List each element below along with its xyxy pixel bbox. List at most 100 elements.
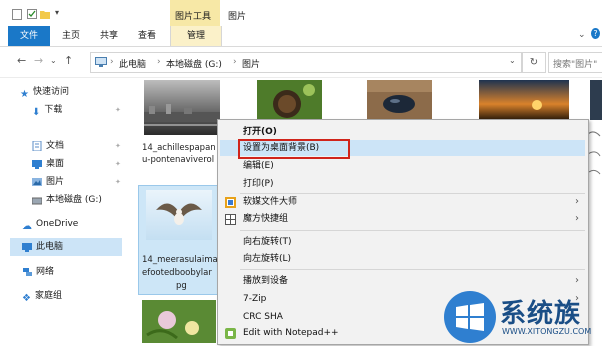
menu-item-rotate-right[interactable]: 向右旋转(T) [243,234,292,250]
back-arrow-icon[interactable]: ← [17,54,26,67]
thumbnail-image[interactable] [479,80,569,120]
desktop-icon [32,159,42,169]
breadcrumb-separator-icon: › [110,57,114,67]
folder-icon[interactable] [40,9,50,19]
cloud-icon: ☁ [22,221,32,232]
properties-icon[interactable] [12,9,22,20]
breadcrumb-drive-g[interactable]: 本地磁盘 (G:) [166,57,222,70]
star-icon: ★ [20,89,29,100]
address-dropdown-icon[interactable]: ⌄ [509,56,516,65]
submenu-arrow-icon: › [575,196,579,207]
sidebar-item-label: 此电脑 [36,242,64,252]
picture-tools-label: 图片工具 [175,12,212,22]
watermark-brand: 系统族 [500,299,582,329]
address-bar[interactable]: › 此电脑 › 本地磁盘 (G:) › 图片 ⌄ [90,52,522,73]
thumbnail-image[interactable] [590,80,602,120]
search-placeholder: 搜索"图片" [553,60,598,70]
tab-home[interactable]: 主页 [58,26,84,46]
watermark: 系统族 WWW.XITONGZU.COM [440,283,602,343]
computer-icon [22,242,32,252]
documents-icon [32,140,42,152]
recent-locations-icon[interactable]: ⌄ [50,56,57,65]
menu-item-set-desktop-background[interactable]: 设置为桌面背景(B) [243,140,319,156]
customize-qat-icon[interactable]: ▾ [55,8,59,17]
file-caption[interactable]: 14_achillespapan [142,143,216,154]
breadcrumb-separator-icon: › [233,57,237,67]
menu-item-print[interactable]: 打印(P) [243,176,273,192]
menu-separator [240,230,585,231]
help-icon[interactable]: ? [591,28,600,39]
tab-file[interactable]: 文件 [8,26,50,46]
thumbnail-image[interactable] [146,190,212,240]
thumbnail-image[interactable] [257,80,322,120]
sidebar-item-label: 本地磁盘 (G:) [46,195,102,205]
tab-share[interactable]: 共享 [96,26,122,46]
watermark-url: WWW.XITONGZU.COM [502,327,592,336]
sidebar-item-drive-g[interactable]: 本地磁盘 (G:) [31,192,102,208]
title-bar [0,0,602,26]
pin-icon: ✦ [115,160,121,168]
sidebar-item-label: 下载 [44,105,63,115]
window-title: 图片 [228,12,247,22]
menu-item-edit-notepad-plus-plus[interactable]: Edit with Notepad++ [243,325,339,341]
sidebar-item-label: OneDrive [36,219,79,229]
sidebar-item-this-pc[interactable]: 此电脑 [22,239,63,255]
ribbon-tab-row [0,26,602,47]
sidebar-item-desktop[interactable]: 桌面 [32,156,64,172]
sidebar-item-downloads[interactable]: ⬇ 下载 [32,102,62,118]
sidebar-item-label: 家庭组 [34,291,62,301]
tab-manage[interactable]: 管理 [170,26,222,46]
sidebar-item-homegroup[interactable]: ❖ 家庭组 [22,288,62,304]
network-icon [22,267,32,276]
download-arrow-icon: ⬇ [32,107,41,118]
menu-item-edit[interactable]: 编辑(E) [243,158,274,174]
menu-item-cast-to-device[interactable]: 播放到设备 [243,273,288,289]
sidebar-item-label: 桌面 [46,159,65,169]
menu-item-cube-shortcut[interactable]: 魔方快捷组 [243,211,288,227]
breadcrumb-pictures[interactable]: 图片 [242,57,260,70]
up-arrow-icon[interactable]: ↑ [64,54,73,67]
drive-icon [31,195,43,205]
sidebar-item-onedrive[interactable]: ☁ OneDrive [22,216,78,232]
forward-arrow-icon[interactable]: → [34,54,43,67]
picture-tools-header: 图片工具 [170,0,220,26]
file-caption[interactable]: 14_meerasulaima [142,255,218,266]
thumbnail-image[interactable] [144,80,220,135]
navigation-pane [0,78,128,343]
file-caption[interactable]: pg [176,281,187,292]
menu-item-file-master[interactable]: 软媒文件大师 [243,194,297,210]
pc-icon [95,57,107,70]
pin-icon: ✦ [115,178,121,186]
submenu-arrow-icon: › [575,213,579,224]
sidebar-item-pictures[interactable]: 图片 [32,174,64,190]
refresh-icon[interactable]: ↻ [522,52,546,73]
thumbnail-image[interactable] [367,80,432,120]
expand-ribbon-icon[interactable]: ⌄ [578,30,586,40]
checkmark-icon[interactable] [27,9,37,19]
pin-icon: ✦ [115,142,121,150]
homegroup-icon: ❖ [22,293,31,304]
sidebar-item-label: 文档 [46,141,65,151]
menu-item-7zip[interactable]: 7-Zip [243,291,266,307]
sidebar-item-quick-access[interactable]: ★ 快速访问 [20,84,69,100]
file-caption[interactable]: efootedboobylar [142,268,212,279]
sidebar-item-documents[interactable]: 文档 [32,138,64,154]
sidebar-item-network[interactable]: 网络 [22,264,54,280]
menu-item-open[interactable]: 打开(O) [243,124,277,140]
sidebar-item-label: 网络 [36,267,55,277]
menu-item-rotate-left[interactable]: 向左旋转(L) [243,251,291,267]
file-caption[interactable]: u-pontenaviverol [142,155,214,166]
search-input[interactable]: 搜索"图片" [548,52,602,73]
breadcrumb-this-pc[interactable]: 此电脑 [119,57,146,70]
sidebar-item-label: 快速访问 [32,87,69,97]
thumbnail-image[interactable] [142,300,216,343]
file-master-icon [225,197,236,211]
menu-separator [240,269,585,270]
sidebar-item-label: 图片 [46,177,65,187]
pin-icon: ✦ [115,106,121,114]
tab-view[interactable]: 查看 [134,26,160,46]
pictures-icon [32,177,42,186]
cube-shortcut-icon [225,214,236,228]
notepad-plus-plus-icon [225,328,236,342]
menu-item-crc-sha[interactable]: CRC SHA [243,309,283,325]
